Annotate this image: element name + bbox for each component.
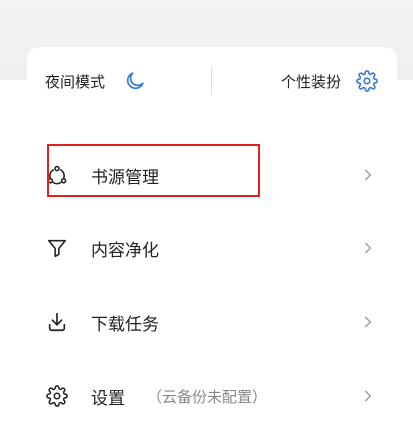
menu-item-label: 下载任务 [91, 314, 159, 335]
download-icon [45, 310, 69, 334]
menu-card: 夜间模式 个性装扮 书源管理 内容净化 下载任务 设置 （云备份未配置） [27, 47, 397, 447]
menu-item-label: 内容净化 [91, 240, 159, 261]
chevron-right-icon [364, 316, 372, 328]
theme-dressup-button[interactable]: 个性装扮 [281, 69, 379, 93]
chevron-right-icon [364, 242, 372, 254]
quick-actions-divider [211, 67, 212, 95]
gear-icon [45, 384, 69, 408]
moon-icon [123, 69, 147, 93]
menu-item-label: 设置 [91, 388, 125, 409]
night-mode-label: 夜间模式 [45, 72, 106, 91]
menu-item-download-tasks[interactable]: 下载任务 [27, 294, 397, 350]
night-mode-toggle[interactable]: 夜间模式 [45, 69, 147, 93]
theme-label: 个性装扮 [280, 72, 341, 91]
gear-icon [355, 69, 379, 93]
backup-status-hint: （云备份未配置） [147, 387, 268, 406]
filter-funnel-icon [45, 236, 69, 260]
menu-item-settings[interactable]: 设置 （云备份未配置） [27, 368, 397, 424]
menu-item-label: 书源管理 [91, 167, 159, 188]
menu-item-content-purify[interactable]: 内容净化 [27, 220, 397, 276]
source-network-icon [45, 163, 69, 187]
quick-actions-row: 夜间模式 个性装扮 [27, 47, 397, 115]
chevron-right-icon [364, 169, 372, 181]
chevron-right-icon [364, 390, 372, 402]
menu-item-book-source[interactable]: 书源管理 [27, 147, 397, 203]
